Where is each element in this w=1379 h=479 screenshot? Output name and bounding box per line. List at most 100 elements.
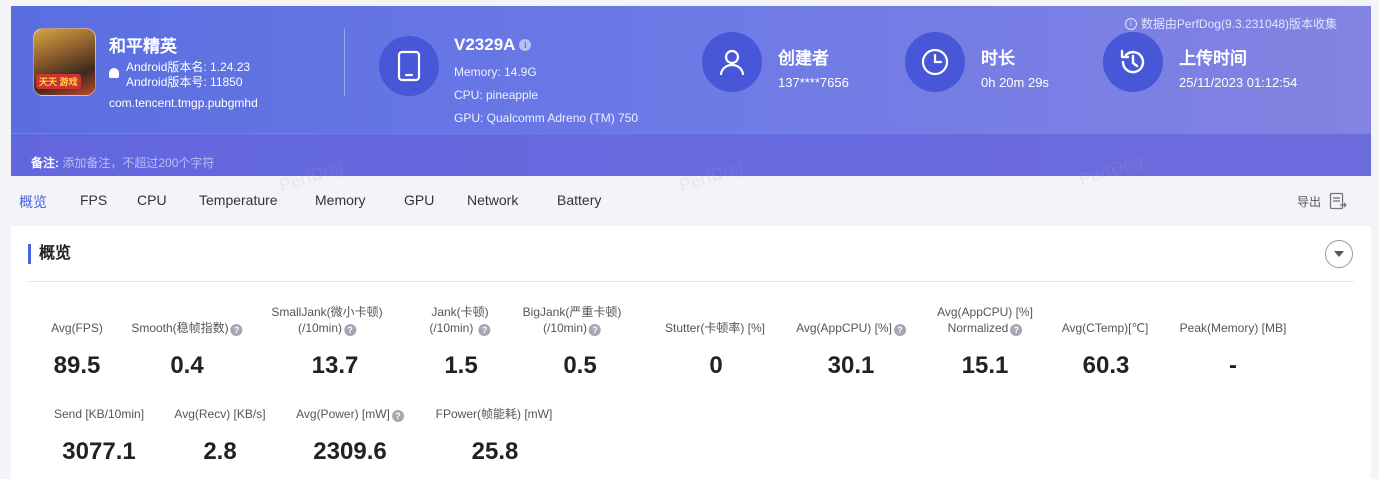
app-name: 和平精英: [109, 37, 177, 56]
metric-smooth: Smooth(稳帧指数)?: [131, 304, 243, 336]
metric-label: [131, 304, 242, 320]
metric-value: 1.5: [444, 352, 478, 379]
device-memory: Memory: 14.9G: [454, 65, 537, 79]
device-info-icon[interactable]: i: [519, 39, 532, 51]
metric-value: 30.1: [827, 352, 875, 379]
device-gpu: GPU: Qualcomm Adreno (TM) 750: [454, 111, 639, 125]
metric-big-jank: BigJank(严重卡顿) (/10min)?: [522, 304, 622, 336]
metric-value: 3077.1: [62, 438, 136, 465]
metric-label: (/10min): [297, 321, 343, 335]
creator-value: 137****7656: [778, 75, 849, 90]
metric-value: -: [1229, 352, 1237, 379]
metric-small-jank: SmallJank(微小卡顿) (/10min)?: [271, 304, 383, 336]
metric-label-row: Avg(Power) [mW]?: [296, 406, 404, 422]
metric-label: Avg(Power) [mW]: [296, 407, 390, 421]
metric-label: Stutter(卡顿率) [%]: [664, 321, 766, 335]
upload-time-value: 25/11/2023 01:12:54: [1179, 75, 1298, 90]
metric-label: BigJank(严重卡顿): [522, 305, 622, 319]
clock-icon: [905, 32, 965, 92]
tab-battery[interactable]: Battery: [557, 192, 601, 208]
chevron-down-icon: [1334, 251, 1344, 257]
metric-value: 2.8: [203, 438, 237, 465]
export-icon: [1329, 192, 1347, 210]
metric-label: (/10min): [429, 321, 474, 335]
app-version-code: Android版本号: 11850: [126, 75, 243, 89]
metric-value: 0: [709, 352, 723, 379]
metric-stutter: Stutter(卡顿率) [%]: [665, 304, 765, 336]
note-field[interactable]: 备注: 添加备注，不超过200个字符: [11, 133, 1371, 176]
device-model: V2329A i: [454, 35, 532, 55]
metric-value: 13.7: [311, 352, 359, 379]
metric-label-row: (/10min) ?: [429, 320, 491, 336]
creator-title: 创建者: [778, 49, 829, 68]
metric-label: SmallJank(微小卡顿): [271, 305, 383, 319]
tab-gpu[interactable]: GPU: [404, 192, 434, 208]
metric-value: 0.4: [170, 352, 204, 379]
export-button[interactable]: 导出: [1297, 192, 1347, 210]
metric-avg-recv: Avg(Recv) [KB/s]: [174, 406, 265, 422]
metric-value: 2309.6: [313, 438, 387, 465]
header-divider: [344, 28, 345, 96]
metric-app-cpu-normalized: Avg(AppCPU) [%] Normalized?: [937, 304, 1033, 336]
metric-label: [796, 304, 906, 320]
metric-label-row: Normalized?: [937, 320, 1033, 336]
metric-label: Normalized: [947, 321, 1009, 335]
data-source-text: 数据由PerfDog(9.3.231048)版本收集: [1140, 17, 1337, 31]
data-source-note: i 数据由PerfDog(9.3.231048)版本收集: [1124, 15, 1337, 32]
help-icon[interactable]: ?: [478, 324, 491, 336]
metric-value: 25.8: [471, 438, 519, 465]
report-header: i 数据由PerfDog(9.3.231048)版本收集 天天 游戏 和平精英 …: [11, 6, 1371, 176]
help-icon[interactable]: ?: [230, 324, 243, 336]
metric-label: [51, 304, 103, 320]
metric-value: 0.5: [563, 352, 597, 379]
metric-fpower: FPower(帧能耗) [mW]: [436, 406, 553, 422]
metric-label: Jank(卡顿): [431, 305, 489, 319]
metric-label-row: (/10min)?: [523, 320, 622, 336]
android-icon: [109, 68, 119, 78]
metric-value: 89.5: [53, 352, 101, 379]
metric-label: Send [KB/10min]: [53, 407, 145, 421]
help-icon[interactable]: ?: [391, 410, 404, 422]
tab-fps[interactable]: FPS: [80, 192, 107, 208]
metric-avg-app-cpu: Avg(AppCPU) [%]?: [796, 304, 906, 336]
phone-icon: [379, 36, 439, 96]
tab-temperature[interactable]: Temperature: [199, 192, 278, 208]
tab-overview[interactable]: 概览: [19, 192, 47, 212]
help-icon[interactable]: ?: [344, 324, 357, 336]
tab-bar: 概览 FPS CPU Temperature Memory GPU Networ…: [0, 176, 1379, 226]
history-icon: [1103, 32, 1163, 92]
duration-value: 0h 20m 29s: [981, 75, 1049, 90]
metric-label-row: Smooth(稳帧指数)?: [131, 320, 243, 336]
metric-value: 15.1: [961, 352, 1009, 379]
help-icon[interactable]: ?: [589, 324, 601, 336]
metric-value: 60.3: [1082, 352, 1130, 379]
help-icon[interactable]: ?: [893, 324, 906, 336]
tab-network[interactable]: Network: [467, 192, 518, 208]
metric-label: Avg(FPS): [51, 321, 103, 335]
help-icon[interactable]: ?: [1010, 324, 1023, 336]
metric-label: [1062, 304, 1149, 320]
app-version: Android版本名: 1.24.23 Android版本号: 11850: [126, 60, 250, 90]
user-icon: [702, 32, 762, 92]
metric-label: Avg(CTemp)[℃]: [1061, 321, 1149, 335]
overview-panel: 概览 Avg(FPS) 89.5 Smooth(稳帧指数)? 0.4 Small…: [11, 226, 1371, 479]
upload-time-title: 上传时间: [1179, 49, 1247, 68]
metric-label: Smooth(稳帧指数): [131, 321, 229, 335]
device-cpu: CPU: pineapple: [454, 88, 539, 102]
metric-label: Avg(AppCPU) [%]: [796, 321, 892, 335]
metric-avg-ctemp: Avg(CTemp)[℃]: [1062, 304, 1149, 336]
metric-label-row: (/10min)?: [271, 320, 382, 336]
export-label: 导出: [1297, 194, 1322, 209]
tab-cpu[interactable]: CPU: [137, 192, 167, 208]
metric-peak-memory: Peak(Memory) [MB]: [1180, 304, 1287, 336]
collapse-button[interactable]: [1325, 240, 1353, 268]
metric-avg-fps: Avg(FPS): [51, 304, 103, 336]
info-icon: i: [1124, 17, 1137, 30]
note-label: 备注:: [31, 156, 59, 170]
metric-label: [1180, 304, 1287, 320]
note-placeholder[interactable]: 添加备注，不超过200个字符: [62, 156, 214, 170]
tab-memory[interactable]: Memory: [315, 192, 366, 208]
app-icon: 天天 游戏: [33, 28, 96, 96]
metric-label: Avg(Recv) [KB/s]: [174, 407, 266, 421]
metric-label: Avg(AppCPU) [%]: [937, 305, 1033, 319]
